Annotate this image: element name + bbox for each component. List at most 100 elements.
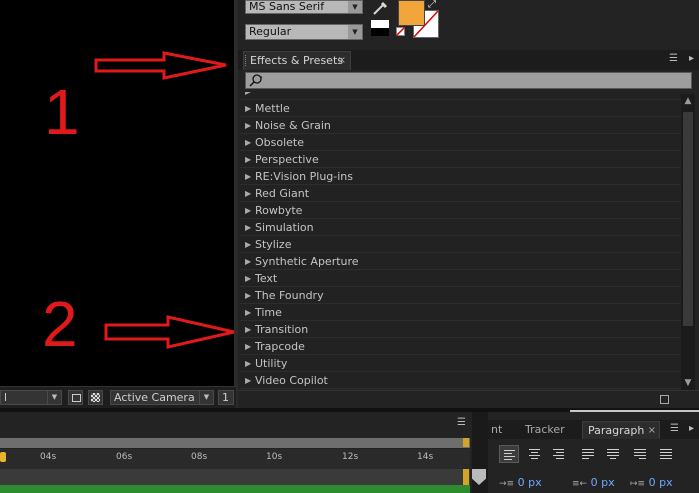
- swap-colors-icon[interactable]: ⤢: [428, 0, 438, 10]
- list-item[interactable]: ▶ Noise & Grain: [240, 118, 681, 134]
- fill-color-swatch[interactable]: [398, 0, 425, 26]
- view-menu[interactable]: l ▼: [0, 390, 62, 405]
- font-family-select[interactable]: MS Sans Serif ▼: [245, 0, 363, 14]
- indent-left-value[interactable]: 0 px: [518, 476, 542, 489]
- justify-last-left-button[interactable]: [578, 445, 598, 463]
- tab-paragraph[interactable]: Paragraph ×: [582, 421, 660, 439]
- panel-menu-icon[interactable]: ☰: [457, 417, 466, 428]
- camera-menu-value: Active Camera: [114, 391, 195, 404]
- indent-first-line-field[interactable]: ↦≡ 0 px: [630, 476, 673, 489]
- panel-menu-icon[interactable]: ☰: [669, 53, 678, 64]
- align-center-button[interactable]: [525, 445, 545, 463]
- justify-last-right-button[interactable]: [630, 445, 650, 463]
- expand-triangle-icon[interactable]: ▶: [245, 169, 251, 184]
- tab-tracker[interactable]: Tracker: [520, 421, 580, 439]
- indent-right-value[interactable]: 0 px: [591, 476, 615, 489]
- list-item[interactable]: ▶ RE:Vision Plug-ins: [240, 169, 681, 185]
- white-swatch[interactable]: [371, 20, 389, 28]
- indent-left-field[interactable]: →≡ 0 px: [499, 476, 542, 489]
- indent-right-icon: ≡←: [572, 479, 588, 489]
- list-item[interactable]: ▶ Trapcode: [240, 339, 681, 355]
- list-item[interactable]: ▶ Perspective: [240, 152, 681, 168]
- list-item[interactable]: ▶ Red Giant: [240, 186, 681, 202]
- list-item[interactable]: ▶: [240, 92, 681, 100]
- effects-search-input[interactable]: [245, 72, 692, 89]
- list-item[interactable]: ▶ Simulation: [240, 220, 681, 236]
- no-fill-swatch[interactable]: [396, 27, 405, 36]
- time-tick-label: 06s: [116, 452, 133, 462]
- indent-right-field[interactable]: ≡← 0 px: [572, 476, 615, 489]
- scroll-thumb[interactable]: [683, 112, 693, 326]
- close-icon[interactable]: ×: [338, 52, 346, 69]
- align-left-button[interactable]: [499, 445, 519, 463]
- expand-triangle-icon[interactable]: ▶: [245, 101, 251, 116]
- expand-triangle-icon[interactable]: ▶: [245, 356, 251, 371]
- expand-triangle-icon[interactable]: ▶: [245, 237, 251, 252]
- layer-track[interactable]: [0, 469, 470, 485]
- work-area-bar[interactable]: [0, 438, 470, 448]
- expand-triangle-icon[interactable]: ▶: [245, 339, 251, 354]
- list-item-label: Red Giant: [255, 187, 310, 200]
- indent-left-icon: →≡: [499, 479, 515, 489]
- tab-label: Effects & Presets: [250, 54, 343, 67]
- list-item[interactable]: ▶ Video Copilot: [240, 373, 681, 389]
- checkerboard-icon: [91, 393, 100, 402]
- tab-effects-presets[interactable]: Effects & Presets ×: [243, 51, 351, 70]
- toggle-mask-button[interactable]: [68, 390, 83, 405]
- expand-triangle-icon[interactable]: ▶: [245, 322, 251, 337]
- list-item[interactable]: ▶ Obsolete: [240, 135, 681, 151]
- list-item[interactable]: ▶ Time: [240, 305, 681, 321]
- camera-menu[interactable]: Active Camera ▼: [110, 390, 214, 405]
- justify-all-button[interactable]: [656, 445, 676, 463]
- expand-triangle-icon[interactable]: ▶: [245, 373, 251, 388]
- expand-triangle-icon[interactable]: ▶: [245, 186, 251, 201]
- expand-triangle-icon[interactable]: ▶: [245, 220, 251, 235]
- list-item[interactable]: ▶ Stylize: [240, 237, 681, 253]
- time-navigator-end-icon[interactable]: [472, 469, 486, 485]
- transparency-grid-button[interactable]: [88, 390, 103, 405]
- list-item[interactable]: ▶ Text: [240, 271, 681, 287]
- expand-triangle-icon[interactable]: ▶: [245, 152, 251, 167]
- indent-first-line-value[interactable]: 0 px: [649, 476, 673, 489]
- panel-scroll-right-icon[interactable]: ▸: [689, 423, 694, 434]
- tab-partial[interactable]: nt: [486, 421, 512, 439]
- effects-list-scrollbar[interactable]: ▲ ▼: [681, 94, 695, 390]
- close-icon[interactable]: ×: [648, 422, 656, 439]
- expand-triangle-icon[interactable]: ▶: [245, 305, 251, 320]
- drag-grip-icon[interactable]: [245, 55, 248, 66]
- expand-triangle-icon[interactable]: ▶: [245, 288, 251, 303]
- expand-triangle-icon[interactable]: ▶: [245, 254, 251, 269]
- eyedropper-icon[interactable]: [371, 0, 389, 16]
- time-ruler[interactable]: 04s 06s 08s 10s 12s 14s: [0, 449, 470, 469]
- scroll-up-icon[interactable]: ▲: [681, 94, 695, 108]
- list-item[interactable]: ▶ Mettle: [240, 101, 681, 117]
- view-menu-value: l: [4, 391, 8, 404]
- new-preset-icon[interactable]: [660, 395, 669, 404]
- list-item[interactable]: ▶ Utility: [240, 356, 681, 372]
- panel-menu-icon[interactable]: ☰: [670, 423, 679, 434]
- expand-triangle-icon[interactable]: ▶: [245, 271, 251, 286]
- list-item-label: Simulation: [255, 221, 314, 234]
- expand-triangle-icon[interactable]: ▶: [245, 92, 251, 99]
- layer-bar[interactable]: [0, 485, 470, 493]
- time-tick-label: 08s: [191, 452, 208, 462]
- black-swatch[interactable]: [371, 20, 389, 36]
- expand-triangle-icon[interactable]: ▶: [245, 118, 251, 133]
- playhead[interactable]: [0, 452, 6, 462]
- panel-scroll-right-icon[interactable]: ▸: [689, 53, 694, 64]
- layer-out-point-handle[interactable]: [463, 469, 469, 485]
- expand-triangle-icon[interactable]: ▶: [245, 203, 251, 218]
- list-item[interactable]: ▶ Rowbyte: [240, 203, 681, 219]
- align-right-button[interactable]: [549, 445, 569, 463]
- views-menu[interactable]: 1: [218, 390, 234, 405]
- list-item[interactable]: ▶ Transition: [240, 322, 681, 338]
- work-area-end-handle[interactable]: [463, 438, 469, 447]
- list-item[interactable]: ▶ Synthetic Aperture: [240, 254, 681, 270]
- justify-last-center-button[interactable]: [603, 445, 623, 463]
- scroll-down-icon[interactable]: ▼: [681, 376, 695, 390]
- time-tick-label: 14s: [417, 452, 434, 462]
- list-item[interactable]: ▶ The Foundry: [240, 288, 681, 304]
- effects-panel-footer: [238, 390, 699, 409]
- font-style-select[interactable]: Regular ▼: [245, 24, 363, 40]
- expand-triangle-icon[interactable]: ▶: [245, 135, 251, 150]
